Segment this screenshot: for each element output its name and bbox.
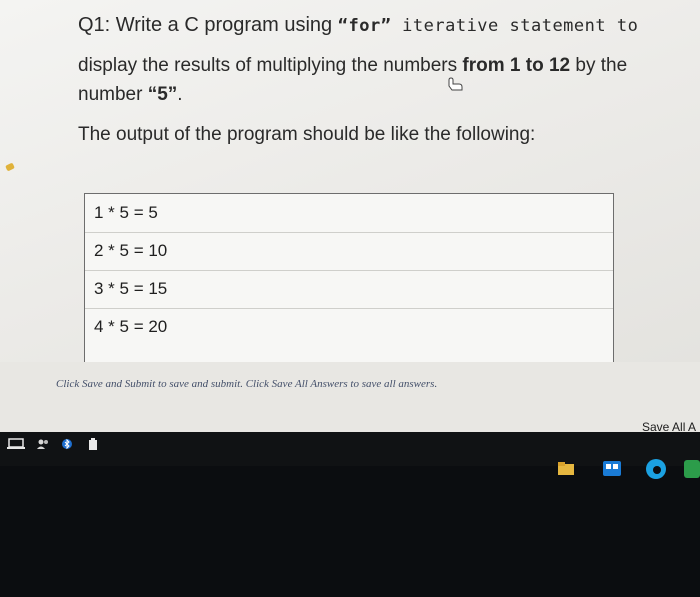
file-explorer-icon[interactable] [557,460,575,476]
question-line2-prefix: display the results of multiplying the n… [78,55,463,76]
answer-line: 3 * 5 = 15 [85,270,613,309]
answer-line: 1 * 5 = 5 [85,194,613,233]
laptop-icon [7,438,25,449]
question-suffix: iterative statement to [391,16,639,36]
battery-icon [89,438,97,450]
browser-page: Q1: Write a C program using “for” iterat… [0,0,700,434]
question-from: from [462,55,505,76]
answer-line-text: 3 * 5 = 15 [94,279,168,298]
question-line3-suffix: . [177,84,183,105]
question-line-1: Q1: Write a C program using “for” iterat… [78,14,638,37]
store-app-icon[interactable] [602,458,622,478]
question-range: 1 to 12 [504,55,571,76]
app-icon-partial[interactable] [684,458,700,480]
question-prefix: Q1: Write a C program using [78,14,338,36]
answer-line-text: 4 * 5 = 20 [94,317,168,336]
question-line3-prefix: number [78,84,148,105]
answer-line: 4 * 5 = 20 [85,308,613,346]
side-marker [5,162,15,172]
answer-line-text: 2 * 5 = 10 [94,241,168,260]
bluetooth-icon[interactable] [62,438,72,450]
question-by: by the [570,55,628,76]
question-line-3: number “5”. [78,84,183,106]
hand-cursor-icon [448,77,463,91]
people-icon [37,439,48,449]
question-intro: The output of the program should be like… [78,124,536,145]
answer-line: 2 * 5 = 10 [85,232,613,271]
edge-browser-icon[interactable] [644,458,668,480]
submit-footer [0,362,700,432]
question-keyword: “for” [337,16,392,36]
question-number: “5” [147,84,178,105]
question-line-2: display the results of multiplying the n… [78,55,627,77]
answer-line-text: 1 * 5 = 5 [94,203,158,222]
taskbar [0,432,700,466]
submit-instructions: Click Save and Submit to save and submit… [56,378,438,390]
